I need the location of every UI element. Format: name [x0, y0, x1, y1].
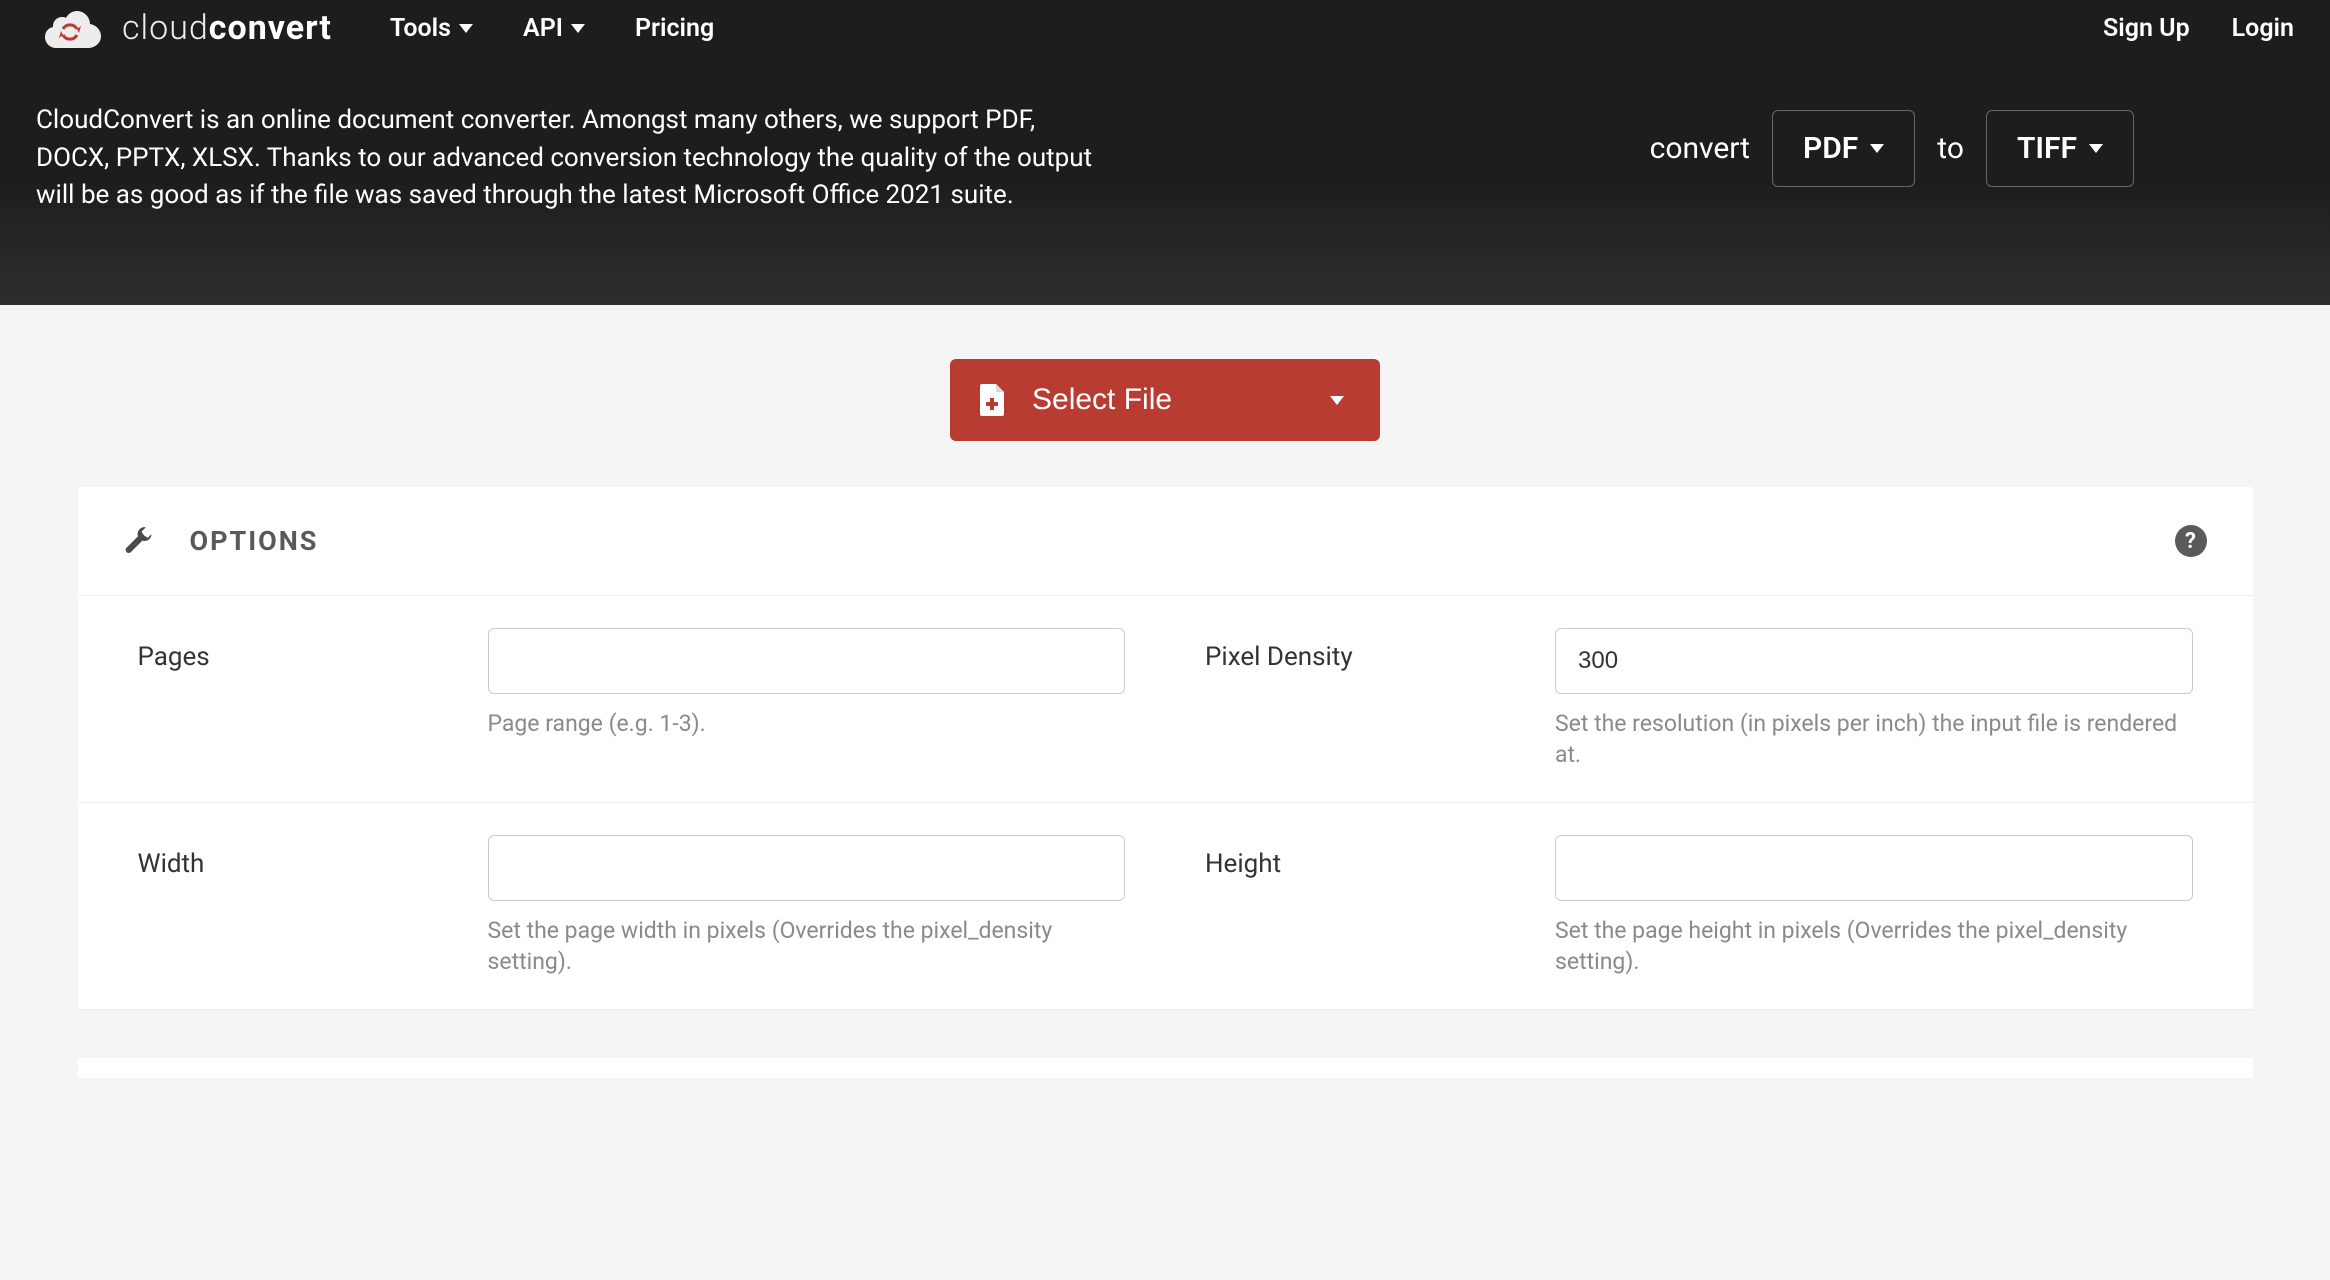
width-help: Set the page width in pixels (Overrides …	[488, 915, 1126, 977]
convert-box: convert PDF to TIFF	[1650, 110, 2134, 187]
nav-pricing[interactable]: Pricing	[635, 14, 714, 43]
to-format-select[interactable]: TIFF	[1986, 110, 2134, 187]
pages-input[interactable]	[488, 628, 1126, 694]
select-file-wrap: Select File	[36, 359, 2294, 441]
nav-tools[interactable]: Tools	[390, 14, 473, 43]
hero-row: CloudConvert is an online document conve…	[36, 102, 2294, 215]
pixel-density-input[interactable]	[1555, 628, 2193, 694]
nav-api-label: API	[523, 14, 563, 43]
from-format-select[interactable]: PDF	[1772, 110, 1915, 187]
select-file-button[interactable]: Select File	[950, 359, 1380, 441]
wrench-icon	[124, 526, 154, 556]
logo[interactable]: cloudconvert	[36, 6, 332, 50]
option-height: Height Set the page height in pixels (Ov…	[1205, 835, 2193, 977]
from-format-value: PDF	[1803, 131, 1858, 166]
primary-nav: Tools API Pricing	[390, 14, 714, 43]
select-file-label: Select File	[1032, 383, 1172, 417]
option-pixel-density: Pixel Density Set the resolution (in pix…	[1205, 628, 2193, 770]
chevron-down-icon	[459, 24, 473, 33]
nav-pricing-label: Pricing	[635, 14, 714, 43]
convert-label: convert	[1650, 131, 1750, 166]
option-row-2: Width Set the page width in pixels (Over…	[78, 803, 2253, 1010]
secondary-panel	[78, 1058, 2253, 1078]
dark-header: cloudconvert Tools API Pricing Sign Up L…	[0, 0, 2330, 305]
width-input[interactable]	[488, 835, 1126, 901]
chevron-down-icon	[2089, 144, 2103, 153]
options-header: OPTIONS ?	[78, 487, 2253, 596]
hero-description: CloudConvert is an online document conve…	[36, 102, 1096, 215]
file-plus-icon	[980, 384, 1006, 416]
chevron-down-icon	[1870, 144, 1884, 153]
nav-api[interactable]: API	[523, 14, 585, 43]
options-title: OPTIONS	[190, 525, 319, 557]
width-label: Width	[138, 835, 458, 879]
main: Select File OPTIONS ? Pages Page	[0, 305, 2330, 1108]
cloud-refresh-icon	[36, 6, 104, 50]
nav-tools-label: Tools	[390, 14, 451, 43]
option-width: Width Set the page width in pixels (Over…	[138, 835, 1126, 977]
topbar: cloudconvert Tools API Pricing Sign Up L…	[36, 0, 2294, 56]
pixel-density-help: Set the resolution (in pixels per inch) …	[1555, 708, 2193, 770]
chevron-down-icon	[571, 24, 585, 33]
auth-links: Sign Up Login	[2103, 14, 2294, 43]
signup-link[interactable]: Sign Up	[2103, 14, 2190, 43]
to-format-value: TIFF	[2017, 131, 2077, 166]
height-label: Height	[1205, 835, 1525, 879]
login-link[interactable]: Login	[2232, 14, 2294, 43]
option-row-1: Pages Page range (e.g. 1-3). Pixel Densi…	[78, 596, 2253, 803]
height-input[interactable]	[1555, 835, 2193, 901]
option-pages: Pages Page range (e.g. 1-3).	[138, 628, 1126, 770]
options-panel: OPTIONS ? Pages Page range (e.g. 1-3). P…	[78, 487, 2253, 1010]
logo-text: cloudconvert	[122, 8, 332, 48]
to-label: to	[1937, 131, 1964, 166]
logo-text-bold: convert	[209, 8, 332, 48]
logo-text-light: cloud	[122, 8, 209, 48]
pages-help: Page range (e.g. 1-3).	[488, 708, 1126, 739]
height-help: Set the page height in pixels (Overrides…	[1555, 915, 2193, 977]
pixel-density-label: Pixel Density	[1205, 628, 1525, 672]
pages-label: Pages	[138, 628, 458, 672]
help-icon[interactable]: ?	[2175, 525, 2207, 557]
chevron-down-icon	[1330, 396, 1344, 405]
